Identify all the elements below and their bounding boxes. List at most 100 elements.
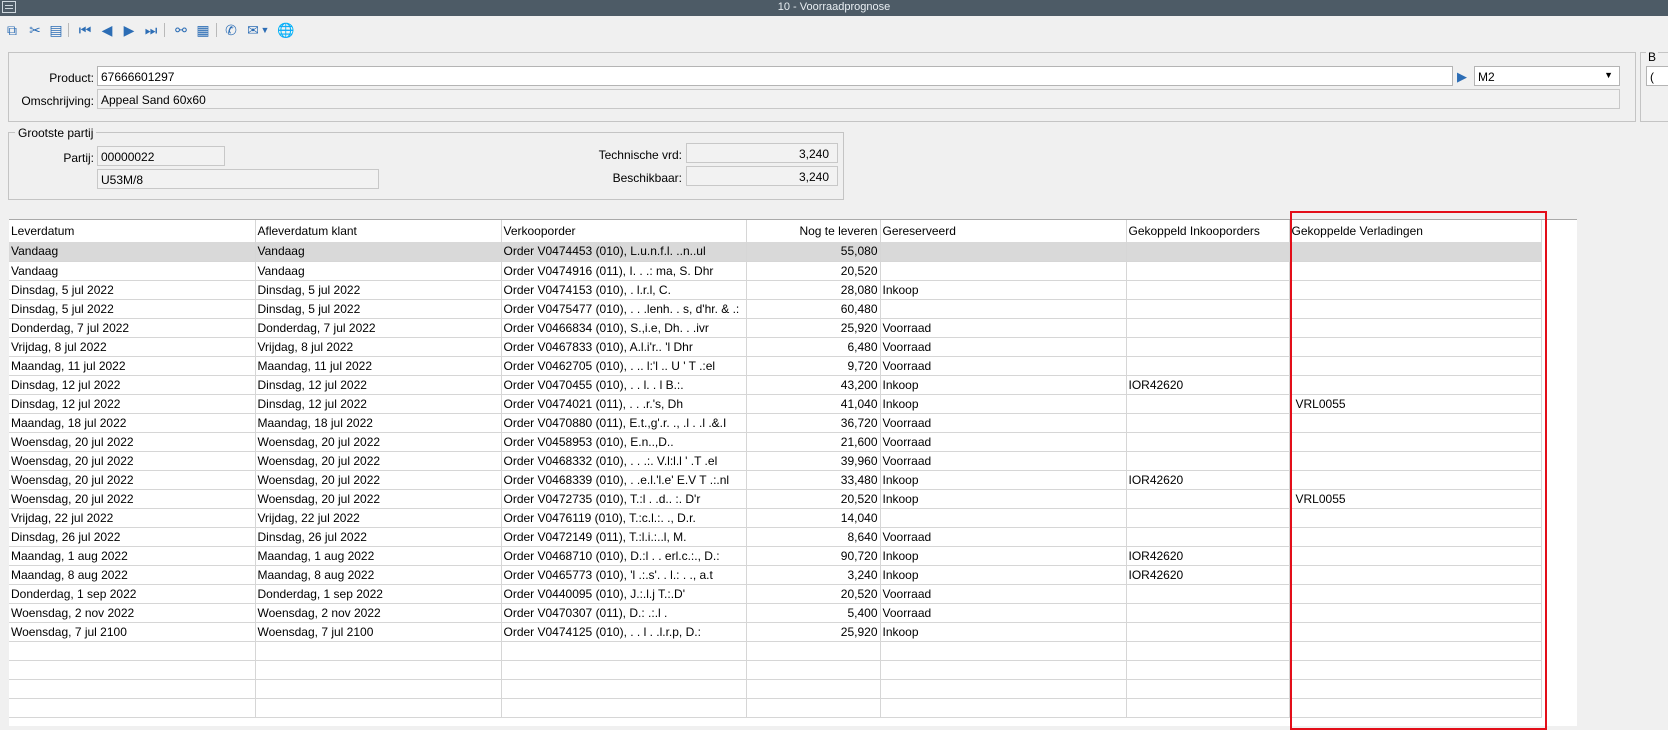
empty-cell[interactable] bbox=[1126, 641, 1290, 661]
cell-gekoppeld-inkooporders[interactable] bbox=[1126, 584, 1290, 604]
column-header-gekoppelde-verladingen[interactable]: Gekoppelde Verladingen bbox=[1289, 220, 1542, 242]
cell-afleverdatum[interactable]: Maandag, 18 jul 2022 bbox=[255, 413, 502, 433]
cell-leverdatum[interactable]: Dinsdag, 5 jul 2022 bbox=[9, 299, 256, 319]
cell-leverdatum[interactable]: Woensdag, 7 jul 2100 bbox=[9, 622, 256, 642]
cell-gekoppelde-verladingen[interactable] bbox=[1289, 527, 1542, 547]
table-row[interactable]: Dinsdag, 12 jul 2022 Dinsdag, 12 jul 2022… bbox=[9, 394, 1542, 414]
empty-cell[interactable] bbox=[1126, 698, 1290, 718]
cell-afleverdatum[interactable]: Vrijdag, 22 jul 2022 bbox=[255, 508, 502, 528]
cell-afleverdatum[interactable]: Dinsdag, 5 jul 2022 bbox=[255, 280, 502, 300]
cell-afleverdatum[interactable]: Donderdag, 7 jul 2022 bbox=[255, 318, 502, 338]
table-row[interactable]: Maandag, 1 aug 2022 Maandag, 1 aug 2022 Or… bbox=[9, 546, 1542, 566]
cell-nog-te-leveren[interactable]: 60,480 bbox=[746, 299, 881, 319]
cell-afleverdatum[interactable]: Dinsdag, 12 jul 2022 bbox=[255, 375, 502, 395]
empty-cell[interactable] bbox=[880, 641, 1127, 661]
cell-gereserveerd[interactable]: Inkoop bbox=[880, 394, 1127, 414]
cell-nog-te-leveren[interactable]: 5,400 bbox=[746, 603, 881, 623]
empty-cell[interactable] bbox=[255, 660, 502, 680]
cell-gereserveerd[interactable]: Inkoop bbox=[880, 546, 1127, 566]
empty-cell[interactable] bbox=[880, 698, 1127, 718]
table-row[interactable]: Woensdag, 20 jul 2022 Woensdag, 20 jul 20… bbox=[9, 489, 1542, 509]
cell-gereserveerd[interactable]: Inkoop bbox=[880, 622, 1127, 642]
product-lookup-icon[interactable]: ▶ bbox=[1457, 69, 1467, 85]
cell-afleverdatum[interactable]: Woensdag, 7 jul 2100 bbox=[255, 622, 502, 642]
cell-gekoppelde-verladingen[interactable] bbox=[1289, 261, 1542, 281]
cell-nog-te-leveren[interactable]: 36,720 bbox=[746, 413, 881, 433]
empty-cell[interactable] bbox=[9, 698, 256, 718]
empty-cell[interactable] bbox=[501, 641, 747, 661]
copy-icon[interactable]: ⧉ bbox=[3, 21, 21, 39]
cell-afleverdatum[interactable]: Vrijdag, 8 jul 2022 bbox=[255, 337, 502, 357]
cell-nog-te-leveren[interactable]: 43,200 bbox=[746, 375, 881, 395]
cell-nog-te-leveren[interactable]: 20,520 bbox=[746, 489, 881, 509]
cell-verkooporder[interactable]: Order V0474125 (010), . . l . .l.r.p, D.… bbox=[501, 622, 747, 642]
cell-gekoppeld-inkooporders[interactable] bbox=[1126, 413, 1290, 433]
cell-gekoppelde-verladingen[interactable] bbox=[1289, 337, 1542, 357]
cell-gekoppelde-verladingen[interactable]: VRL0055 bbox=[1289, 489, 1542, 509]
cell-gekoppeld-inkooporders[interactable] bbox=[1126, 261, 1290, 281]
cell-gereserveerd[interactable]: Inkoop bbox=[880, 489, 1127, 509]
cell-afleverdatum[interactable]: Vandaag bbox=[255, 242, 502, 262]
cell-gekoppeld-inkooporders[interactable] bbox=[1126, 242, 1290, 262]
globe-icon[interactable]: 🌐 bbox=[277, 21, 295, 39]
table-row[interactable]: Vandaag Vandaag Order V0474916 (011), I. .… bbox=[9, 261, 1542, 281]
cell-gekoppelde-verladingen[interactable] bbox=[1289, 565, 1542, 585]
phone-icon[interactable]: ✆ bbox=[222, 21, 240, 39]
column-header-gereserveerd[interactable]: Gereserveerd bbox=[880, 220, 1127, 242]
empty-row[interactable] bbox=[9, 641, 1542, 661]
next-record-icon[interactable]: ▶ bbox=[120, 21, 138, 39]
column-header-verkooporder[interactable]: Verkooporder bbox=[501, 220, 747, 242]
cell-verkooporder[interactable]: Order V0476119 (010), T.:c.l.:. ., D.r. bbox=[501, 508, 747, 528]
cell-gekoppelde-verladingen[interactable] bbox=[1289, 318, 1542, 338]
cut-icon[interactable]: ✂ bbox=[26, 21, 44, 39]
cell-gekoppelde-verladingen[interactable] bbox=[1289, 242, 1542, 262]
cell-gekoppeld-inkooporders[interactable] bbox=[1126, 394, 1290, 414]
empty-cell[interactable] bbox=[1126, 660, 1290, 680]
cell-gekoppeld-inkooporders[interactable] bbox=[1126, 603, 1290, 623]
cell-gekoppeld-inkooporders[interactable] bbox=[1126, 318, 1290, 338]
table-row[interactable]: Vandaag Vandaag Order V0474453 (010), L.u.… bbox=[9, 242, 1542, 262]
cell-leverdatum[interactable]: Vrijdag, 8 jul 2022 bbox=[9, 337, 256, 357]
forecast-grid[interactable]: Leverdatum Afleverdatum klant Verkoopord… bbox=[9, 219, 1577, 726]
cell-gereserveerd[interactable]: Inkoop bbox=[880, 565, 1127, 585]
cell-verkooporder[interactable]: Order V0467833 (010), A.l.i'r.. 'l Dhr bbox=[501, 337, 747, 357]
cell-gereserveerd[interactable]: Voorraad bbox=[880, 356, 1127, 376]
cell-gereserveerd[interactable]: Voorraad bbox=[880, 584, 1127, 604]
first-record-icon[interactable]: ⏮ bbox=[76, 21, 94, 39]
cell-nog-te-leveren[interactable]: 28,080 bbox=[746, 280, 881, 300]
table-row[interactable]: Dinsdag, 5 jul 2022 Dinsdag, 5 jul 2022 Or… bbox=[9, 280, 1542, 300]
cell-gereserveerd[interactable]: Voorraad bbox=[880, 451, 1127, 471]
cell-gekoppeld-inkooporders[interactable] bbox=[1126, 432, 1290, 452]
cell-gereserveerd[interactable]: Inkoop bbox=[880, 280, 1127, 300]
cell-nog-te-leveren[interactable]: 6,480 bbox=[746, 337, 881, 357]
table-row[interactable]: Maandag, 11 jul 2022 Maandag, 11 jul 2022… bbox=[9, 356, 1542, 376]
cell-gekoppeld-inkooporders[interactable] bbox=[1126, 489, 1290, 509]
cell-afleverdatum[interactable]: Maandag, 8 aug 2022 bbox=[255, 565, 502, 585]
cell-nog-te-leveren[interactable]: 39,960 bbox=[746, 451, 881, 471]
cell-gereserveerd[interactable]: Voorraad bbox=[880, 337, 1127, 357]
cell-nog-te-leveren[interactable]: 3,240 bbox=[746, 565, 881, 585]
column-header-leverdatum[interactable]: Leverdatum bbox=[9, 220, 256, 242]
cell-gekoppeld-inkooporders[interactable] bbox=[1126, 527, 1290, 547]
cell-gekoppeld-inkooporders[interactable] bbox=[1126, 299, 1290, 319]
table-row[interactable]: Woensdag, 7 jul 2100 Woensdag, 7 jul 2100… bbox=[9, 622, 1542, 642]
table-row[interactable]: Dinsdag, 12 jul 2022 Dinsdag, 12 jul 2022… bbox=[9, 375, 1542, 395]
binoculars-icon[interactable]: ⚯ bbox=[172, 21, 190, 39]
empty-cell[interactable] bbox=[880, 660, 1127, 680]
empty-cell[interactable] bbox=[501, 679, 747, 699]
cell-afleverdatum[interactable]: Donderdag, 1 sep 2022 bbox=[255, 584, 502, 604]
cell-nog-te-leveren[interactable]: 14,040 bbox=[746, 508, 881, 528]
cell-verkooporder[interactable]: Order V0470880 (011), E.t.,g'.r. ., .l .… bbox=[501, 413, 747, 433]
cell-gekoppelde-verladingen[interactable] bbox=[1289, 299, 1542, 319]
cell-gereserveerd[interactable]: Inkoop bbox=[880, 470, 1127, 490]
cell-gereserveerd[interactable] bbox=[880, 508, 1127, 528]
empty-row[interactable] bbox=[9, 660, 1542, 680]
empty-cell[interactable] bbox=[501, 660, 747, 680]
cell-verkooporder[interactable]: Order V0465773 (010), 'l .:.s'. . l.: . … bbox=[501, 565, 747, 585]
cell-verkooporder[interactable]: Order V0440095 (010), J.:.l.j T.:.D' bbox=[501, 584, 747, 604]
cell-verkooporder[interactable]: Order V0474453 (010), L.u.n.f.l. ..n..ul bbox=[501, 242, 747, 262]
cell-gekoppelde-verladingen[interactable] bbox=[1289, 470, 1542, 490]
cell-afleverdatum[interactable]: Woensdag, 20 jul 2022 bbox=[255, 489, 502, 509]
empty-cell[interactable] bbox=[501, 698, 747, 718]
table-row[interactable]: Woensdag, 20 jul 2022 Woensdag, 20 jul 20… bbox=[9, 470, 1542, 490]
